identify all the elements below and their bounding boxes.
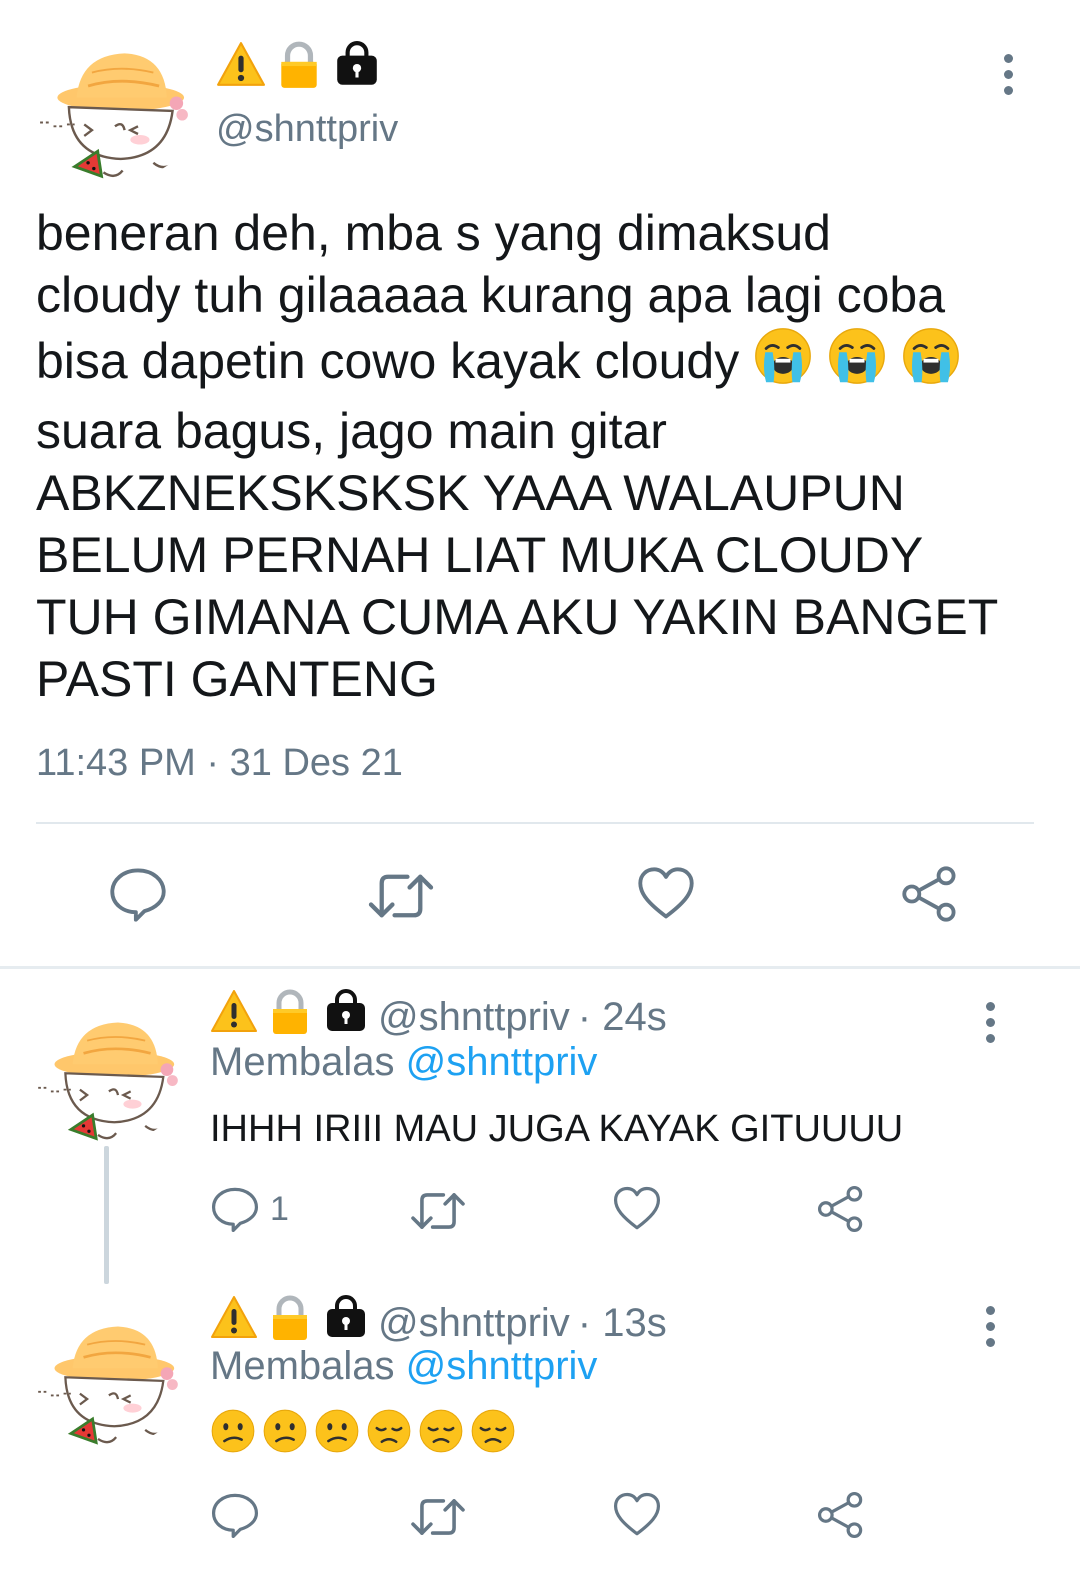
like-button[interactable] [636, 864, 696, 924]
heart-icon [612, 1490, 662, 1540]
retweet-button[interactable] [408, 1492, 468, 1542]
user-handle[interactable]: @shnttpriv [378, 1301, 570, 1346]
display-name-badges [216, 40, 382, 90]
lock-bag-icon [322, 988, 370, 1046]
replying-label: Membalas [210, 1344, 395, 1388]
more-dot [1003, 85, 1013, 95]
tweet-text: beneran deh, mba s yang dimaksud cloudy … [36, 202, 1046, 710]
reply-tweet: @shnttpriv · 24s Membalas @shnttpriv IHH… [0, 970, 1080, 1284]
replying-label: Membalas [210, 1040, 395, 1084]
tweet-timestamp[interactable]: 11:43 PM · 31 Des 21 [36, 742, 403, 785]
share-icon [816, 1184, 866, 1234]
more-dot [1003, 69, 1013, 79]
retweet-icon [408, 1492, 468, 1542]
like-button[interactable] [612, 1184, 662, 1234]
reply-count: 1 [270, 1189, 289, 1228]
confused-face-icon [262, 1408, 308, 1459]
avatar[interactable] [30, 38, 198, 182]
timestamp-separator: · [206, 742, 220, 784]
reply-icon [210, 1490, 260, 1540]
retweet-button[interactable] [366, 866, 436, 926]
reply-text: IHHH IRIII MAU JUGA KAYAK GITUUUU [210, 1108, 904, 1150]
avatar[interactable] [30, 1008, 186, 1144]
disappointed-face-icon [470, 1408, 516, 1459]
reply-button[interactable] [210, 1490, 260, 1540]
disappointed-face-icon [366, 1408, 412, 1459]
mention-link[interactable]: @shnttpriv [406, 1344, 598, 1388]
more-dot [985, 1337, 995, 1347]
reply-icon [210, 1184, 260, 1234]
share-button[interactable] [816, 1490, 866, 1540]
more-dot [1003, 53, 1013, 63]
reply-button[interactable]: 1 [210, 1184, 289, 1234]
mention-link[interactable]: @shnttpriv [406, 1040, 598, 1084]
thread-connector [104, 1146, 109, 1284]
like-button[interactable] [612, 1490, 662, 1540]
reply-emoji-text [210, 1408, 516, 1459]
retweet-button[interactable] [408, 1186, 468, 1236]
tweet-time: 11:43 PM [36, 742, 196, 784]
warning-icon [210, 988, 258, 1046]
heart-icon [612, 1184, 662, 1234]
share-icon [816, 1490, 866, 1540]
disappointed-face-icon [418, 1408, 464, 1459]
retweet-icon [366, 866, 436, 926]
reply-header: @shnttpriv · 24s [210, 988, 667, 1046]
user-handle[interactable]: @shnttpriv [216, 108, 398, 151]
section-divider [0, 966, 1080, 969]
more-dot [985, 1001, 995, 1011]
more-dot [985, 1305, 995, 1315]
replying-to: Membalas @shnttpriv [210, 1344, 597, 1389]
more-options-button[interactable] [988, 44, 1028, 104]
confused-face-icon [210, 1408, 256, 1459]
more-dot [985, 1017, 995, 1027]
loudly-crying-face-icon [901, 326, 961, 400]
reply-icon [108, 864, 168, 924]
heart-icon [636, 864, 696, 924]
more-dot [985, 1033, 995, 1043]
divider [36, 822, 1034, 824]
avatar[interactable] [30, 1312, 186, 1448]
tweet-date: 31 Des 21 [229, 742, 403, 784]
replying-to: Membalas @shnttpriv [210, 1040, 597, 1085]
reply-age: · 24s [577, 994, 667, 1039]
reply-age: · 13s [577, 1300, 667, 1345]
locked-icon [266, 988, 314, 1046]
locked-icon [274, 40, 324, 90]
loudly-crying-face-icon [753, 326, 813, 400]
share-button[interactable] [900, 864, 960, 924]
more-options-button[interactable] [970, 1296, 1010, 1356]
lock-bag-icon [332, 40, 382, 90]
more-dot [985, 1321, 995, 1331]
main-tweet: @shnttpriv beneran deh, mba s yang dimak… [0, 0, 1080, 968]
user-handle[interactable]: @shnttpriv [378, 995, 570, 1040]
share-icon [900, 864, 960, 924]
warning-icon [216, 40, 266, 90]
share-button[interactable] [816, 1184, 866, 1234]
reply-tweet: @shnttpriv · 13s Membalas @shnttpriv [0, 1272, 1080, 1584]
loudly-crying-face-icon [827, 326, 887, 400]
tweet-text-part-2: suara bagus, jago main gitar ABKZNEKSKSK… [36, 403, 999, 707]
more-options-button[interactable] [970, 992, 1010, 1052]
retweet-icon [408, 1186, 468, 1236]
confused-face-icon [314, 1408, 360, 1459]
reply-button[interactable] [108, 864, 168, 924]
